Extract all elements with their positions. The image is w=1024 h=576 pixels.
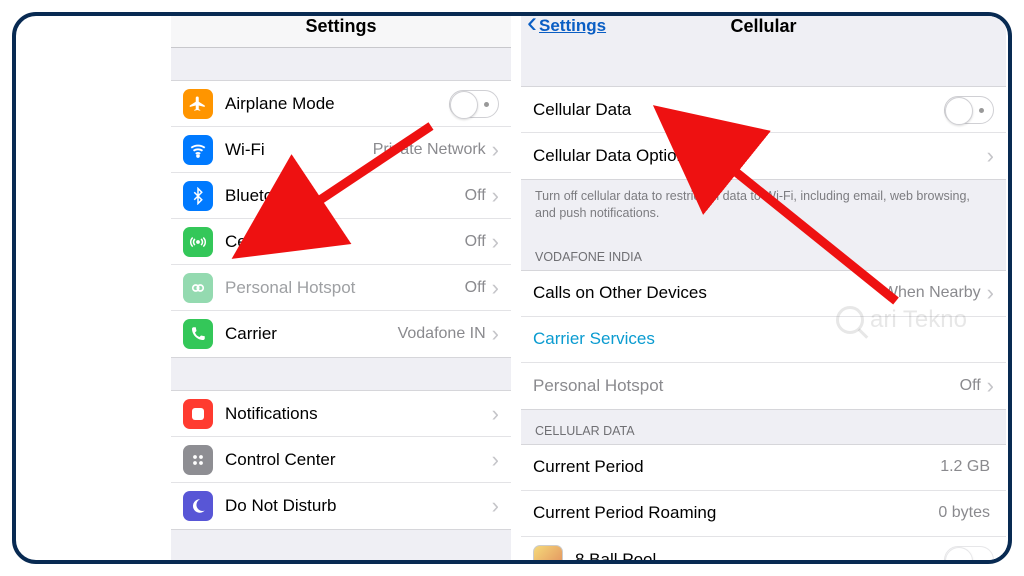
row-do-not-disturb[interactable]: Do Not Disturb › — [171, 483, 511, 529]
bluetooth-value: Off — [465, 187, 486, 205]
current-period-value: 1.2 GB — [940, 458, 990, 476]
chevron-right-icon: › — [492, 493, 499, 519]
chevron-left-icon — [527, 14, 537, 37]
row-carrier[interactable]: Carrier Vodafone IN › — [171, 311, 511, 357]
chevron-right-icon: › — [492, 447, 499, 473]
settings-panel: Settings Airplane Mode Wi-Fi Private Net… — [171, 12, 511, 564]
row-bluetooth[interactable]: Bluetooth Off › — [171, 173, 511, 219]
settings-group-general: General › — [171, 562, 511, 564]
hotspot-label: Personal Hotspot — [225, 278, 465, 298]
control-center-label: Control Center — [225, 450, 490, 470]
back-button[interactable]: Settings — [527, 14, 606, 37]
chevron-right-icon: › — [492, 321, 499, 347]
hotspot2-value: Off — [960, 377, 981, 395]
row-personal-hotspot[interactable]: Personal Hotspot Off › — [171, 265, 511, 311]
row-personal-hotspot-2[interactable]: Personal Hotspot Off › — [521, 363, 1006, 409]
app-toggle[interactable] — [944, 546, 994, 564]
current-period-label: Current Period — [533, 457, 940, 477]
back-label: Settings — [539, 16, 606, 36]
hotspot-value: Off — [465, 279, 486, 297]
row-cellular-data-options[interactable]: Cellular Data Options › — [521, 133, 1006, 179]
row-notifications[interactable]: Notifications › — [171, 391, 511, 437]
calls-value: When Nearby — [883, 284, 981, 302]
calls-label: Calls on Other Devices — [533, 283, 883, 303]
cellular-header: Settings Cellular — [521, 12, 1006, 48]
cellular-data-options-label: Cellular Data Options — [533, 146, 985, 166]
row-calls-other-devices[interactable]: Calls on Other Devices When Nearby › — [521, 271, 1006, 317]
chevron-right-icon: › — [987, 280, 994, 306]
settings-group-system: Notifications › Control Center › Do Not … — [171, 390, 511, 530]
cellular-label: Cellular — [225, 232, 465, 252]
moon-icon — [183, 491, 213, 521]
notifications-label: Notifications — [225, 404, 490, 424]
bluetooth-label: Bluetooth — [225, 186, 465, 206]
chevron-right-icon: › — [492, 275, 499, 301]
row-cellular-data[interactable]: Cellular Data — [521, 87, 1006, 133]
cellular-data-section-header: CELLULAR DATA — [521, 410, 1006, 444]
row-control-center[interactable]: Control Center › — [171, 437, 511, 483]
control-center-icon — [183, 445, 213, 475]
row-carrier-services[interactable]: Carrier Services — [521, 317, 1006, 363]
settings-group-connectivity: Airplane Mode Wi-Fi Private Network › Bl… — [171, 80, 511, 358]
airplane-icon — [183, 89, 213, 119]
row-wifi[interactable]: Wi-Fi Private Network › — [171, 127, 511, 173]
carrier-services-label: Carrier Services — [533, 329, 994, 349]
carrier-label: Carrier — [225, 324, 398, 344]
cellular-title: Cellular — [730, 16, 796, 36]
row-airplane-mode[interactable]: Airplane Mode — [171, 81, 511, 127]
roaming-label: Current Period Roaming — [533, 503, 938, 523]
chevron-right-icon: › — [492, 229, 499, 255]
cellular-value: Off — [465, 233, 486, 251]
carrier-group: Calls on Other Devices When Nearby › Car… — [521, 270, 1006, 410]
chevron-right-icon: › — [987, 373, 994, 399]
chevron-right-icon: › — [492, 183, 499, 209]
cellular-usage-group: Current Period 1.2 GB Current Period Roa… — [521, 444, 1006, 564]
carrier-value: Vodafone IN — [398, 325, 486, 343]
carrier-section-header: VODAFONE INDIA — [521, 236, 1006, 270]
cellular-icon — [183, 227, 213, 257]
app-icon — [533, 545, 563, 564]
app-label: 8 Ball Pool — [575, 550, 944, 564]
chevron-right-icon: › — [492, 401, 499, 427]
settings-title: Settings — [305, 16, 376, 36]
wifi-value: Private Network — [373, 141, 486, 159]
notifications-icon — [183, 399, 213, 429]
phone-icon — [183, 319, 213, 349]
row-general[interactable]: General › — [171, 563, 511, 564]
airplane-toggle[interactable] — [449, 90, 499, 118]
settings-header: Settings — [171, 12, 511, 48]
row-current-period: Current Period 1.2 GB — [521, 445, 1006, 491]
airplane-label: Airplane Mode — [225, 94, 449, 114]
row-cellular[interactable]: Cellular Off › — [171, 219, 511, 265]
chevron-right-icon: › — [492, 137, 499, 163]
row-app-8ball[interactable]: 8 Ball Pool — [521, 537, 1006, 564]
cellular-panel: Settings Cellular Cellular Data Cellular… — [521, 12, 1006, 564]
wifi-icon — [183, 135, 213, 165]
chevron-right-icon: › — [987, 143, 994, 169]
row-current-period-roaming: Current Period Roaming 0 bytes — [521, 491, 1006, 537]
frame: Settings Airplane Mode Wi-Fi Private Net… — [12, 12, 1012, 564]
cellular-data-label: Cellular Data — [533, 100, 944, 120]
bluetooth-icon — [183, 181, 213, 211]
roaming-value: 0 bytes — [938, 504, 990, 522]
hotspot-icon — [183, 273, 213, 303]
wifi-label: Wi-Fi — [225, 140, 373, 160]
cellular-data-group: Cellular Data Cellular Data Options › — [521, 86, 1006, 180]
dnd-label: Do Not Disturb — [225, 496, 490, 516]
hotspot2-label: Personal Hotspot — [533, 376, 960, 396]
cellular-note: Turn off cellular data to restrict all d… — [521, 180, 1006, 236]
cellular-data-toggle[interactable] — [944, 96, 994, 124]
